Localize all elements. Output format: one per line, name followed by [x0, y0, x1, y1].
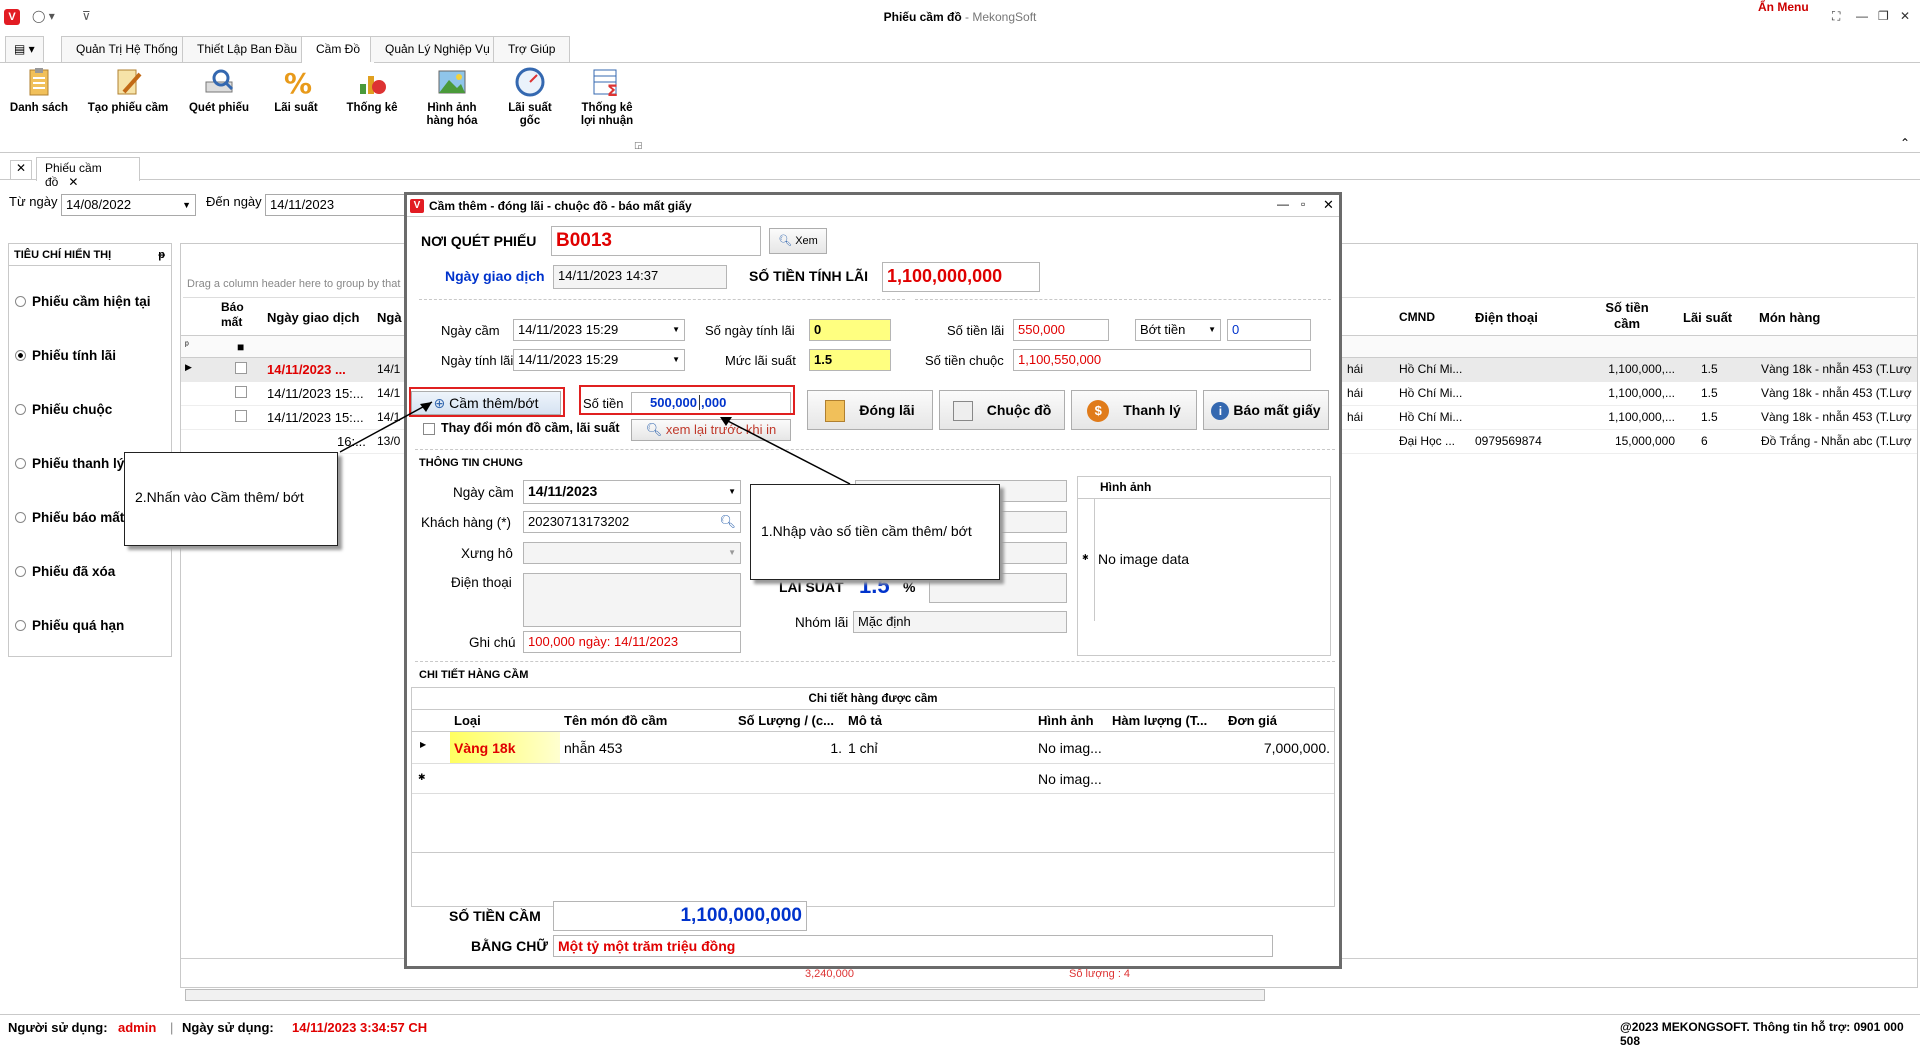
- date-label: Ngày sử dụng:: [182, 1020, 274, 1035]
- user-label: Người sử dụng:: [8, 1020, 108, 1035]
- date-value: 14/11/2023 3:34:57 CH: [292, 1020, 428, 1035]
- arrow-step1: [721, 417, 851, 485]
- user-value: admin: [118, 1020, 157, 1035]
- callout-step1: 1.Nhập vào số tiền cầm thêm/ bớt: [750, 484, 1000, 580]
- status-bar: Người sử dụng: admin | Ngày sử dụng: 14/…: [0, 1014, 1920, 1048]
- status-divider: |: [170, 1020, 174, 1035]
- copyright-text: @2023 MEKONGSOFT. Thông tin hỗ trợ: 0901…: [1620, 1020, 1904, 1048]
- callout-step2: 2.Nhấn vào Cầm thêm/ bớt: [124, 452, 338, 546]
- arrow-step2: [339, 401, 433, 453]
